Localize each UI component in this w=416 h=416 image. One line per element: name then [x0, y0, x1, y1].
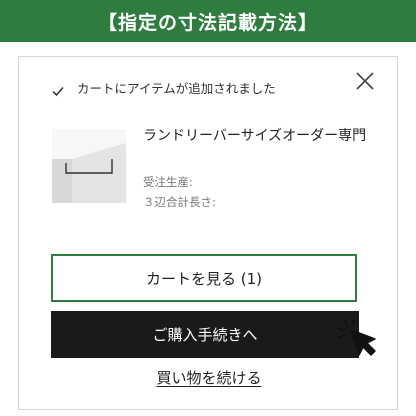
continue-shopping-row: 買い物を続ける: [19, 367, 399, 388]
instruction-banner: 【指定の寸法記載方法】: [0, 0, 416, 42]
dimension-total-label: ３辺合計長さ:: [143, 195, 216, 209]
product-thumbnail: [52, 129, 126, 203]
made-to-order-label: 受注生産:: [143, 175, 193, 189]
continue-shopping-link[interactable]: 買い物を続ける: [156, 369, 261, 387]
checkout-button[interactable]: ご購入手続きへ: [51, 311, 359, 358]
added-to-cart-message: カートにアイテムが追加されました: [77, 81, 276, 96]
banner-title: 【指定の寸法記載方法】: [97, 11, 318, 34]
view-cart-button[interactable]: カートを見る (1): [51, 254, 357, 302]
check-icon: [52, 87, 64, 97]
laundry-bar-image: [52, 129, 126, 203]
pointer-cursor-icon: [337, 318, 376, 356]
cart-added-popup: カートにアイテムが追加されました ランドリーバーサイズオーダー専門 受注生産: …: [18, 56, 398, 410]
product-name[interactable]: ランドリーバーサイズオーダー専門: [143, 126, 373, 146]
close-icon[interactable]: [353, 69, 377, 93]
